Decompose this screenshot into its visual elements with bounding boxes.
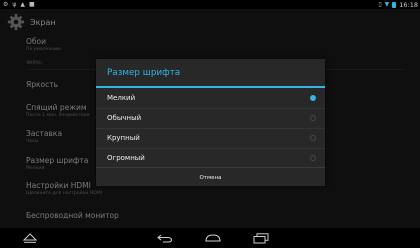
wifi-icon: ψ <box>12 0 17 8</box>
font-size-dialog: Размер шрифта Мелкий Обычный Крупный Огр… <box>96 59 325 186</box>
back-icon[interactable] <box>156 231 174 245</box>
status-bar: ⚙ ψ ▲ ■ ▯ ▼ 16:18 <box>0 0 420 9</box>
recents-icon[interactable] <box>252 231 270 245</box>
dialog-title: Размер шрифта <box>107 68 181 78</box>
radio-unselected-icon[interactable] <box>310 135 316 141</box>
option-label: Мелкий <box>107 94 136 102</box>
home-icon[interactable] <box>204 231 222 245</box>
option-label: Огромный <box>107 154 145 162</box>
option-label: Крупный <box>107 134 140 142</box>
collapse-icon[interactable] <box>22 231 38 245</box>
signal-icon: ▯ <box>378 0 382 8</box>
option-huge[interactable]: Огромный <box>96 148 325 168</box>
option-small[interactable]: Мелкий <box>96 88 325 108</box>
radio-unselected-icon[interactable] <box>310 155 316 161</box>
notification-icon: ▲ <box>20 0 25 8</box>
battery-icon <box>392 1 397 8</box>
usb-icon: ⚙ <box>3 0 9 8</box>
option-large[interactable]: Крупный <box>96 128 325 148</box>
sim-icon: ■ <box>28 0 35 8</box>
status-time: 16:18 <box>399 0 418 9</box>
wifi-signal-icon: ▼ <box>384 0 390 8</box>
cancel-button[interactable]: Отмена <box>96 167 325 187</box>
option-normal[interactable]: Обычный <box>96 108 325 128</box>
radio-selected-icon[interactable] <box>310 95 316 101</box>
radio-unselected-icon[interactable] <box>310 115 316 121</box>
status-left: ⚙ ψ ▲ ■ <box>0 1 35 9</box>
status-right: ▯ ▼ 16:18 <box>378 1 420 9</box>
navigation-bar <box>0 228 420 248</box>
option-label: Обычный <box>107 114 142 122</box>
